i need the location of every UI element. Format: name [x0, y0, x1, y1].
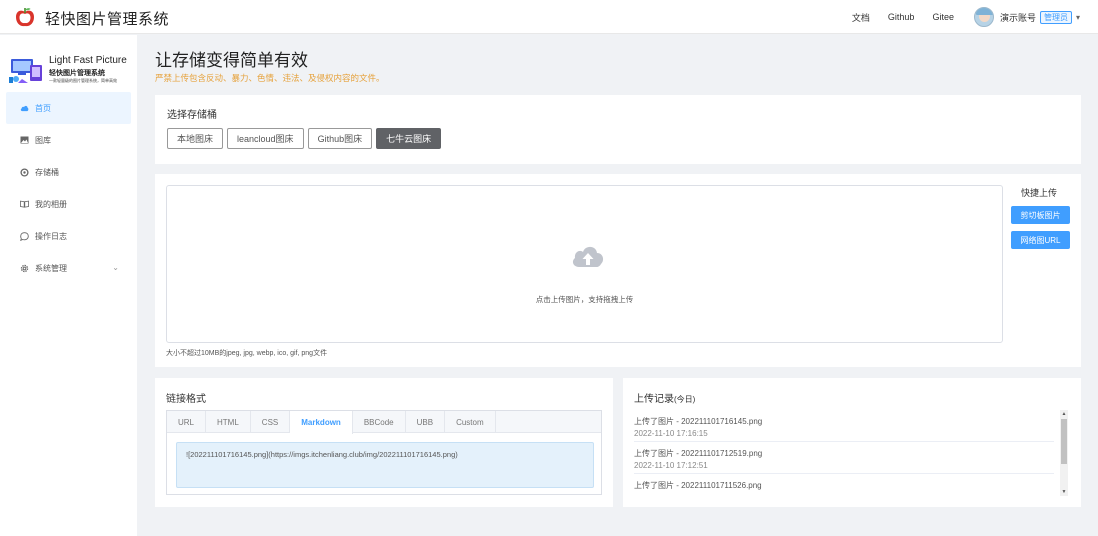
sidebar-item-label: 首页	[35, 103, 51, 113]
sidebar-item-albums[interactable]: 我的相册	[6, 188, 131, 220]
cloud-icon	[20, 104, 29, 113]
chat-icon	[20, 231, 29, 241]
upload-warning: 严禁上传包含反动、暴力、色情、违法、及侵权内容的文件。	[155, 73, 385, 83]
link-format-tabs: URL HTML CSS Markdown BBCode UBB Custom …	[166, 410, 602, 495]
brand-name-cn: 轻快图片管理系统	[49, 70, 105, 77]
sidebar-item-label: 图库	[35, 135, 51, 145]
chevron-down-icon: ⌄	[112, 263, 119, 272]
bucket-github-button[interactable]: Github图床	[307, 128, 373, 149]
sidebar-item-label: 操作日志	[35, 231, 67, 241]
sidebar-item-label: 我的相册	[35, 199, 67, 209]
sidebar-item-gallery[interactable]: 图库	[6, 124, 131, 156]
avatar[interactable]	[973, 7, 994, 27]
tab-bbcode[interactable]: BBCode	[353, 411, 406, 433]
gitee-link[interactable]: Gitee	[932, 12, 954, 22]
sidebar-item-system[interactable]: 系统管理 ⌄	[6, 252, 131, 284]
link-code-output[interactable]: ![202211101716145.png](https://imgs.itch…	[176, 442, 594, 488]
sidebar: Light Fast Picture 轻快图片管理系统 一款轻量级的图片管理系统…	[0, 35, 137, 536]
scrollbar[interactable]: ▲ ▼	[1060, 410, 1068, 496]
history-item-name: 上传了图片 - 202211101712519.png	[634, 449, 763, 458]
role-badge: 管理员	[1039, 10, 1072, 24]
bucket-icon	[20, 167, 29, 177]
github-link[interactable]: Github	[888, 12, 915, 22]
tab-css[interactable]: CSS	[251, 411, 291, 433]
bucket-leancloud-button[interactable]: leancloud图床	[227, 128, 304, 149]
upload-history-title: 上传记录(今日)	[634, 390, 695, 405]
history-item-time: 2022-11-10 17:12:51	[634, 461, 708, 470]
bucket-qiniu-button[interactable]: 七牛云图床	[376, 128, 442, 149]
chevron-down-icon[interactable]: ▾	[1076, 13, 1080, 22]
tab-custom[interactable]: Custom	[445, 411, 496, 433]
upload-cloud-icon	[572, 246, 604, 267]
scroll-down-icon[interactable]: ▼	[1060, 488, 1068, 496]
page-title: 让存储变得简单有效	[155, 51, 308, 70]
sidebar-item-home[interactable]: 首页	[6, 92, 131, 124]
clipboard-upload-button[interactable]: 剪切板图片	[1011, 206, 1070, 224]
image-icon	[20, 136, 29, 145]
bucket-options: 本地图床 leancloud图床 Github图床 七牛云图床	[167, 128, 445, 149]
gear-icon	[20, 264, 29, 273]
list-item[interactable]: 上传了图片 - 202211101712519.png 2022-11-10 1…	[634, 442, 1054, 474]
upload-dropzone[interactable]: 点击上传图片，支持拖拽上传	[166, 185, 1003, 343]
sidebar-item-buckets[interactable]: 存储桶	[6, 156, 131, 188]
tab-ubb[interactable]: UBB	[406, 411, 446, 433]
history-item-name: 上传了图片 - 202211101716145.png	[634, 417, 763, 426]
sidebar-item-label: 系统管理	[35, 263, 67, 273]
bucket-title: 选择存储桶	[167, 110, 217, 121]
brand-name-en: Light Fast Picture	[49, 55, 127, 66]
brand-illustration-icon	[9, 59, 42, 83]
list-item[interactable]: 上传了图片 - 202211101711526.png	[634, 474, 1054, 497]
history-title-text: 上传记录	[634, 394, 674, 405]
app-title[interactable]: 轻快图片管理系统	[45, 8, 169, 29]
brand: Light Fast Picture 轻快图片管理系统 一款轻量级的图片管理系统…	[8, 51, 132, 91]
url-upload-button[interactable]: 网络图URL	[1011, 231, 1070, 249]
user-name[interactable]: 演示账号	[1000, 11, 1036, 24]
history-item-name: 上传了图片 - 202211101711526.png	[634, 481, 762, 490]
size-hint: 大小不超过10MB的jpeg, jpg, webp, ico, gif, png…	[166, 350, 328, 357]
sidebar-item-logs[interactable]: 操作日志	[6, 220, 131, 252]
brand-tagline: 一款轻量级的图片管理系统，简单高效	[49, 78, 117, 83]
quick-upload-title: 快捷上传	[1021, 188, 1058, 198]
book-icon	[20, 200, 29, 209]
upload-card: 点击上传图片，支持拖拽上传 大小不超过10MB的jpeg, jpg, webp,…	[155, 174, 1081, 367]
scroll-up-icon[interactable]: ▲	[1060, 410, 1068, 418]
history-item-time: 2022-11-10 17:16:15	[634, 429, 708, 438]
tab-markdown[interactable]: Markdown	[290, 411, 353, 434]
link-format-card: 链接格式 URL HTML CSS Markdown BBCode UBB Cu…	[155, 378, 613, 507]
tab-url[interactable]: URL	[167, 411, 207, 433]
scrollbar-thumb[interactable]	[1061, 419, 1067, 464]
upload-history-list[interactable]: 上传了图片 - 202211101716145.png 2022-11-10 1…	[634, 410, 1068, 497]
link-format-title: 链接格式	[166, 394, 206, 405]
history-title-suffix: (今日)	[674, 395, 696, 404]
bucket-card: 选择存储桶 本地图床 leancloud图床 Github图床 七牛云图床	[155, 95, 1081, 164]
tab-html[interactable]: HTML	[206, 411, 251, 433]
docs-link[interactable]: 文档	[852, 11, 870, 24]
list-item[interactable]: 上传了图片 - 202211101716145.png 2022-11-10 1…	[634, 410, 1054, 442]
dropzone-text: 点击上传图片，支持拖拽上传	[535, 295, 634, 304]
top-nav: 文档 Github Gitee 演示账号 管理员 ▾	[852, 0, 1098, 34]
apple-logo-icon[interactable]	[14, 6, 36, 28]
bucket-local-button[interactable]: 本地图床	[167, 128, 224, 149]
tab-bar: URL HTML CSS Markdown BBCode UBB Custom	[167, 411, 601, 434]
sidebar-menu: 首页 图库 存储桶 我的相册 操作日志 系统管理 ⌄	[6, 92, 131, 284]
upload-history-card: 上传记录(今日) 上传了图片 - 202211101716145.png 202…	[623, 378, 1081, 507]
top-bar: 轻快图片管理系统 文档 Github Gitee 演示账号 管理员 ▾	[0, 0, 1098, 34]
sidebar-item-label: 存储桶	[35, 167, 59, 177]
